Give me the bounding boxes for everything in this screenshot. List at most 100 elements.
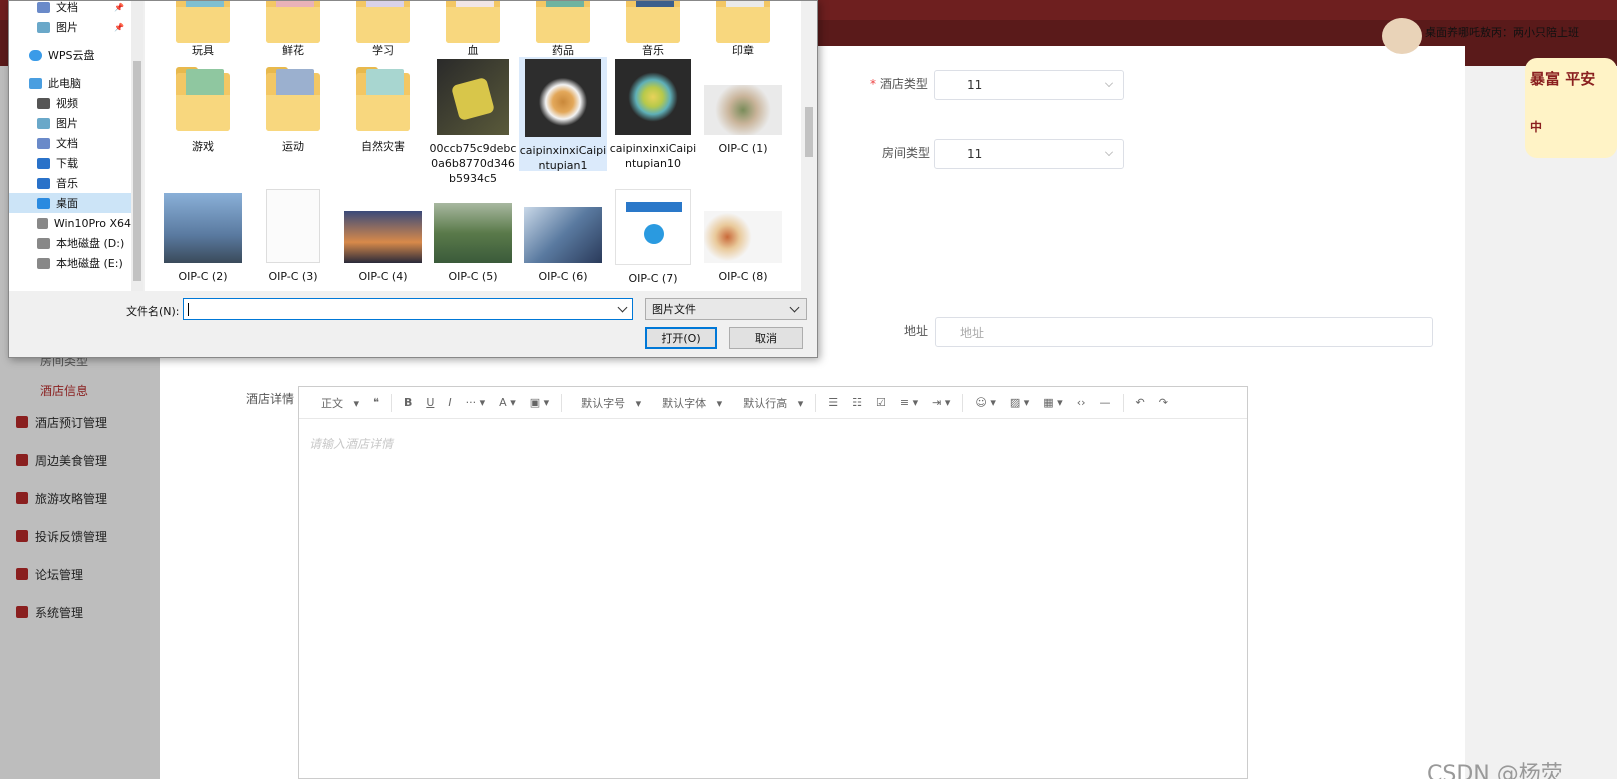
room-type-select[interactable]: 11	[934, 139, 1124, 169]
image-file-item[interactable]: OIP-C (6)	[519, 207, 607, 284]
filename-input[interactable]	[183, 298, 633, 320]
hotel-type-select[interactable]: 11	[934, 70, 1124, 100]
emoji-icon[interactable]: ☺ ▾	[975, 396, 996, 409]
nav-item-pictures-quick[interactable]: 图片 📌	[9, 17, 131, 37]
pin-icon: 📌	[114, 2, 124, 12]
image-file-item[interactable]: 00ccb75c9debc0a6b8770d346b5934c5	[429, 59, 517, 186]
image-file-item[interactable]: OIP-C (1)	[699, 85, 787, 156]
folder-item[interactable]: 运动	[249, 65, 337, 154]
text-cursor	[188, 303, 189, 316]
nav-item-pictures[interactable]: 图片	[9, 113, 131, 133]
folder-item[interactable]: 印章	[699, 1, 787, 58]
todo-icon[interactable]: ☑	[876, 396, 886, 409]
bullet-list-icon[interactable]: ☰	[828, 396, 838, 409]
folder-item[interactable]: 药品	[519, 1, 607, 58]
hotel-type-label: * 酒店类型	[870, 77, 928, 91]
rich-text-editor[interactable]: 正文 ▾ ❝ B U I ··· ▾ A ▾ ▣ ▾ 默认字号 ▾ 默认字体 ▾…	[298, 386, 1248, 779]
underline-icon[interactable]: U	[426, 396, 434, 409]
sidebar-item-complaints[interactable]: 投诉反馈管理	[0, 526, 160, 546]
image-thumbnail	[266, 189, 320, 263]
sidebar-item-forum[interactable]: 论坛管理	[0, 564, 160, 584]
font-color-icon[interactable]: A ▾	[499, 396, 516, 409]
sidebar-item-food[interactable]: 周边美食管理	[0, 450, 160, 470]
font-family-select[interactable]: 默认字体 ▾	[655, 395, 722, 411]
redo-icon[interactable]: ↷	[1159, 396, 1168, 409]
folder-item[interactable]: 自然灾害	[339, 65, 427, 154]
menu-icon	[16, 454, 28, 466]
line-height-select[interactable]: 默认行高 ▾	[736, 395, 803, 411]
image-file-item[interactable]: OIP-C (8)	[699, 211, 787, 284]
image-file-item[interactable]: OIP-C (5)	[429, 203, 517, 284]
image-thumbnail	[704, 85, 782, 135]
filetype-select[interactable]: 图片文件	[645, 298, 807, 320]
cloud-icon	[29, 49, 42, 61]
folder-item[interactable]: 游戏	[159, 65, 247, 154]
drive-icon	[37, 257, 50, 269]
cancel-button[interactable]: 取消	[729, 327, 803, 349]
nav-item-videos[interactable]: 视频	[9, 93, 131, 113]
banner-text: 桌面养哪吒敖丙：两小只陪上班	[1425, 26, 1579, 39]
document-icon	[37, 137, 50, 149]
sidebar-item-hotel-booking[interactable]: 酒店预订管理	[0, 412, 160, 432]
indent-icon[interactable]: ⇥ ▾	[932, 396, 950, 409]
folder-item[interactable]: 鲜花	[249, 1, 337, 58]
address-input[interactable]: 地址	[935, 317, 1433, 347]
paragraph-select[interactable]: 正文 ▾	[314, 395, 359, 411]
nav-item-wps-cloud[interactable]: WPS云盘	[9, 45, 131, 65]
nav-item-d-drive[interactable]: 本地磁盘 (D:)	[9, 233, 131, 253]
drive-icon	[37, 217, 48, 229]
nav-item-documents-quick[interactable]: 文档 📌	[9, 0, 131, 17]
image-file-item[interactable]: OIP-C (2)	[159, 193, 247, 284]
file-open-dialog[interactable]: 文档 📌 图片 📌 WPS云盘 此电脑 视频 图片 文档 下载 音乐 桌面 Win1…	[8, 0, 818, 358]
italic-icon[interactable]: I	[448, 396, 451, 409]
sidebar-item-travel-guide[interactable]: 旅游攻略管理	[0, 488, 160, 508]
file-scrollbar-thumb[interactable]	[805, 107, 813, 157]
table-icon[interactable]: ▦ ▾	[1043, 396, 1062, 409]
more-icon[interactable]: ··· ▾	[466, 396, 486, 409]
nav-scrollbar[interactable]	[131, 1, 143, 291]
divider-icon[interactable]: —	[1100, 396, 1111, 409]
chevron-down-icon	[789, 302, 800, 313]
image-thumbnail	[434, 203, 512, 263]
font-size-select[interactable]: 默认字号 ▾	[574, 395, 641, 411]
numbered-list-icon[interactable]: ☷	[852, 396, 862, 409]
bold-icon[interactable]: B	[404, 396, 412, 409]
file-scrollbar[interactable]	[801, 1, 817, 291]
nav-scrollbar-thumb[interactable]	[133, 61, 141, 281]
folder-icon	[446, 1, 500, 43]
nav-item-this-pc[interactable]: 此电脑	[9, 73, 131, 93]
undo-icon[interactable]: ↶	[1136, 396, 1145, 409]
folder-item[interactable]: 学习	[339, 1, 427, 58]
folder-item[interactable]: 音乐	[609, 1, 697, 58]
image-file-item[interactable]: caipinxinxiCaipintupian10	[609, 59, 697, 171]
folder-item[interactable]: 玩具	[159, 1, 247, 58]
image-file-item[interactable]: OIP-C (7)	[609, 189, 697, 286]
image-thumbnail	[704, 211, 782, 263]
nav-item-documents[interactable]: 文档	[9, 133, 131, 153]
chevron-down-icon	[1105, 79, 1113, 87]
sidebar-sub-hotel-info[interactable]: 酒店信息	[40, 382, 88, 399]
sidebar-item-system[interactable]: 系统管理	[0, 602, 160, 622]
image-file-item[interactable]: OIP-C (3)	[249, 189, 337, 284]
image-file-item[interactable]: OIP-C (4)	[339, 211, 427, 284]
lucky-sticker-text: 暴富 平安	[1530, 70, 1596, 88]
menu-icon	[16, 606, 28, 618]
code-icon[interactable]: ‹›	[1077, 396, 1086, 409]
pin-icon: 📌	[114, 22, 124, 32]
folder-item[interactable]: 血	[429, 1, 517, 58]
nav-item-c-drive[interactable]: Win10Pro X64	[9, 213, 131, 233]
open-button[interactable]: 打开(O)	[645, 327, 717, 349]
nav-item-downloads[interactable]: 下载	[9, 153, 131, 173]
align-icon[interactable]: ≡ ▾	[900, 396, 918, 409]
file-grid: 玩具 鲜花 学习 血 药品 音乐 印章 游戏 运动 自然灾害 00ccb75c9…	[145, 1, 801, 291]
nav-item-desktop[interactable]: 桌面	[9, 193, 131, 213]
image-file-item-selected[interactable]: caipinxinxiCaipintupian1	[519, 57, 607, 172]
quote-icon[interactable]: ❝	[373, 396, 379, 409]
chevron-down-icon[interactable]	[617, 302, 628, 313]
folder-icon	[536, 1, 590, 43]
lucky-sticker-small: 中	[1530, 120, 1543, 134]
nav-item-e-drive[interactable]: 本地磁盘 (E:)	[9, 253, 131, 273]
bg-color-icon[interactable]: ▣ ▾	[530, 396, 549, 409]
nav-item-music[interactable]: 音乐	[9, 173, 131, 193]
image-icon[interactable]: ▨ ▾	[1010, 396, 1029, 409]
